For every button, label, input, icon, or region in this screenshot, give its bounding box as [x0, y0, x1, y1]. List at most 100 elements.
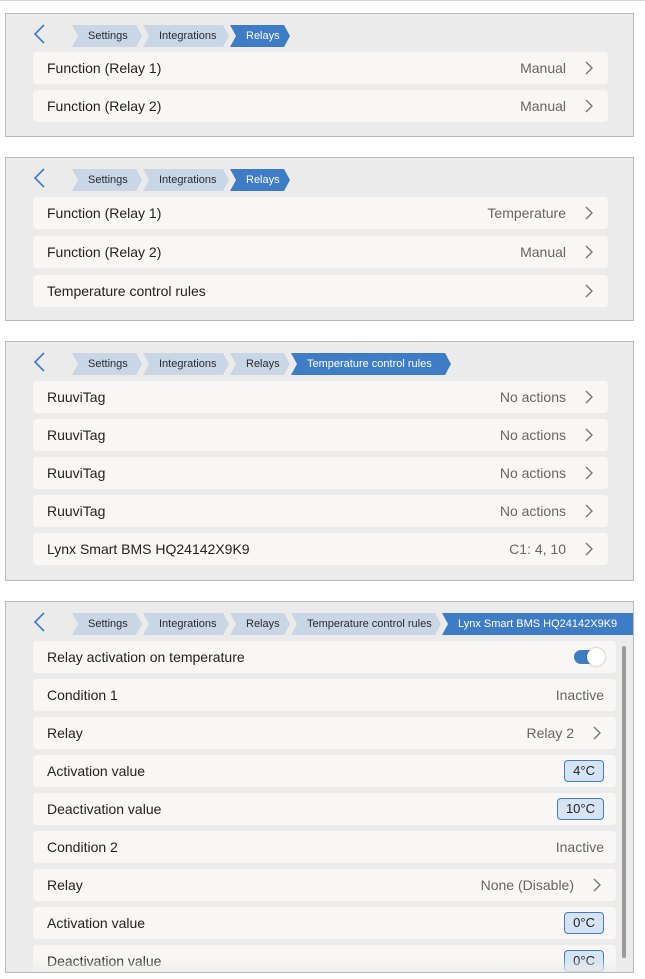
chevron-right-icon: [584, 283, 594, 299]
condition-status: Inactive: [555, 839, 604, 855]
row-value: No actions: [499, 503, 566, 519]
breadcrumb-settings[interactable]: Settings: [72, 613, 142, 635]
row-label: Lynx Smart BMS HQ24142X9K9: [47, 541, 250, 557]
breadcrumb-relays: Relays: [230, 25, 290, 47]
condition-status: Inactive: [555, 687, 604, 703]
row-label: RuuviTag: [47, 465, 106, 481]
temperature-rules-panel: Settings Integrations Relays Temperature…: [5, 341, 634, 581]
chevron-right-icon: [592, 877, 602, 893]
row-label: Function (Relay 2): [47, 98, 162, 114]
breadcrumb-relays: Relays: [230, 169, 290, 191]
row-value: Manual: [520, 244, 566, 260]
condition1-relay-row[interactable]: Relay Relay 2: [33, 717, 616, 749]
chevron-right-icon: [584, 244, 594, 260]
row-label: Relay: [47, 725, 83, 741]
breadcrumb: Settings Integrations Relays Temperature…: [6, 602, 633, 642]
row-label: Activation value: [47, 915, 146, 931]
toggle-knob: [587, 648, 605, 666]
row-label: RuuviTag: [47, 427, 106, 443]
activation-value-field[interactable]: 0°C: [564, 912, 604, 934]
scrollbar[interactable]: [622, 646, 626, 958]
row-label: Deactivation value: [47, 953, 162, 969]
relay2-function-row[interactable]: Function (Relay 2) Manual: [33, 90, 608, 122]
bms-rule-detail-panel: Settings Integrations Relays Temperature…: [5, 601, 634, 973]
row-value: Temperature: [487, 205, 566, 221]
back-button[interactable]: [30, 22, 50, 46]
condition1-activation-row: Activation value 4°C: [33, 755, 616, 787]
condition2-activation-row: Activation value 0°C: [33, 907, 616, 939]
row-label: Relay: [47, 877, 83, 893]
condition2-deactivation-row: Deactivation value 0°C: [33, 945, 616, 972]
relay1-function-row[interactable]: Function (Relay 1) Manual: [33, 52, 608, 84]
sensor-rule-row[interactable]: RuuviTag No actions: [33, 419, 608, 451]
condition2-relay-row[interactable]: Relay None (Disable): [33, 869, 616, 901]
condition2-header-row: Condition 2 Inactive: [33, 831, 616, 863]
chevron-right-icon: [584, 389, 594, 405]
relay1-function-row[interactable]: Function (Relay 1) Temperature: [33, 197, 608, 229]
row-value: No actions: [499, 465, 566, 481]
row-label: Condition 1: [47, 687, 118, 703]
breadcrumb-relays[interactable]: Relays: [230, 353, 290, 375]
temperature-control-rules-row[interactable]: Temperature control rules: [33, 275, 608, 307]
row-value: Manual: [520, 60, 566, 76]
breadcrumb-integrations[interactable]: Integrations: [143, 613, 229, 635]
breadcrumb: Settings Integrations Relays Temperature…: [6, 342, 633, 382]
sensor-rule-row[interactable]: RuuviTag No actions: [33, 495, 608, 527]
row-value: None (Disable): [480, 877, 574, 893]
breadcrumb-settings[interactable]: Settings: [72, 25, 142, 47]
breadcrumb-integrations[interactable]: Integrations: [143, 169, 229, 191]
row-value: C1: 4, 10: [509, 541, 566, 557]
relay-activation-toggle[interactable]: [574, 648, 605, 666]
row-label: RuuviTag: [47, 503, 106, 519]
row-label: Temperature control rules: [47, 283, 206, 299]
chevron-left-icon: [33, 24, 45, 44]
relay2-function-row[interactable]: Function (Relay 2) Manual: [33, 236, 608, 268]
breadcrumb-temperature-control-rules: Temperature control rules: [291, 353, 451, 375]
chevron-right-icon: [584, 205, 594, 221]
condition1-deactivation-row: Deactivation value 10°C: [33, 793, 616, 825]
row-value: No actions: [499, 427, 566, 443]
condition1-header-row: Condition 1 Inactive: [33, 679, 616, 711]
relays-panel-2: Settings Integrations Relays Function (R…: [5, 157, 634, 321]
row-label: Function (Relay 1): [47, 205, 162, 221]
row-label: Function (Relay 2): [47, 244, 162, 260]
chevron-right-icon: [592, 725, 602, 741]
bms-rule-row[interactable]: Lynx Smart BMS HQ24142X9K9 C1: 4, 10: [33, 533, 608, 565]
row-label: RuuviTag: [47, 389, 106, 405]
breadcrumb-temperature-control-rules[interactable]: Temperature control rules: [291, 613, 441, 635]
back-button[interactable]: [30, 610, 50, 634]
relay-activation-toggle-row[interactable]: Relay activation on temperature: [33, 641, 616, 673]
chevron-right-icon: [584, 60, 594, 76]
chevron-left-icon: [33, 352, 45, 372]
breadcrumb-settings[interactable]: Settings: [72, 353, 142, 375]
row-value: No actions: [499, 389, 566, 405]
activation-value-field[interactable]: 4°C: [564, 760, 604, 782]
back-button[interactable]: [30, 350, 50, 374]
chevron-left-icon: [33, 168, 45, 188]
sensor-rule-row[interactable]: RuuviTag No actions: [33, 381, 608, 413]
breadcrumb-relays[interactable]: Relays: [230, 613, 290, 635]
breadcrumb-lynx-bms: Lynx Smart BMS HQ24142X9K9: [442, 613, 634, 635]
chevron-right-icon: [584, 465, 594, 481]
back-button[interactable]: [30, 166, 50, 190]
chevron-right-icon: [584, 427, 594, 443]
breadcrumb-integrations[interactable]: Integrations: [143, 353, 229, 375]
deactivation-value-field[interactable]: 10°C: [556, 798, 604, 820]
breadcrumb-integrations[interactable]: Integrations: [143, 25, 229, 47]
chevron-left-icon: [33, 612, 45, 632]
row-value: Relay 2: [526, 725, 574, 741]
relays-panel-1: Settings Integrations Relays Function (R…: [5, 13, 634, 137]
row-value: Manual: [520, 98, 566, 114]
row-label: Activation value: [47, 763, 146, 779]
chevron-right-icon: [584, 98, 594, 114]
breadcrumb-settings[interactable]: Settings: [72, 169, 142, 191]
sensor-rule-row[interactable]: RuuviTag No actions: [33, 457, 608, 489]
chevron-right-icon: [584, 503, 594, 519]
row-label: Function (Relay 1): [47, 60, 162, 76]
top-divider: [0, 0, 645, 1]
chevron-right-icon: [584, 541, 594, 557]
breadcrumb: Settings Integrations Relays: [6, 158, 633, 198]
deactivation-value-field[interactable]: 0°C: [564, 950, 604, 972]
row-label: Relay activation on temperature: [47, 649, 245, 665]
row-label: Deactivation value: [47, 801, 162, 817]
